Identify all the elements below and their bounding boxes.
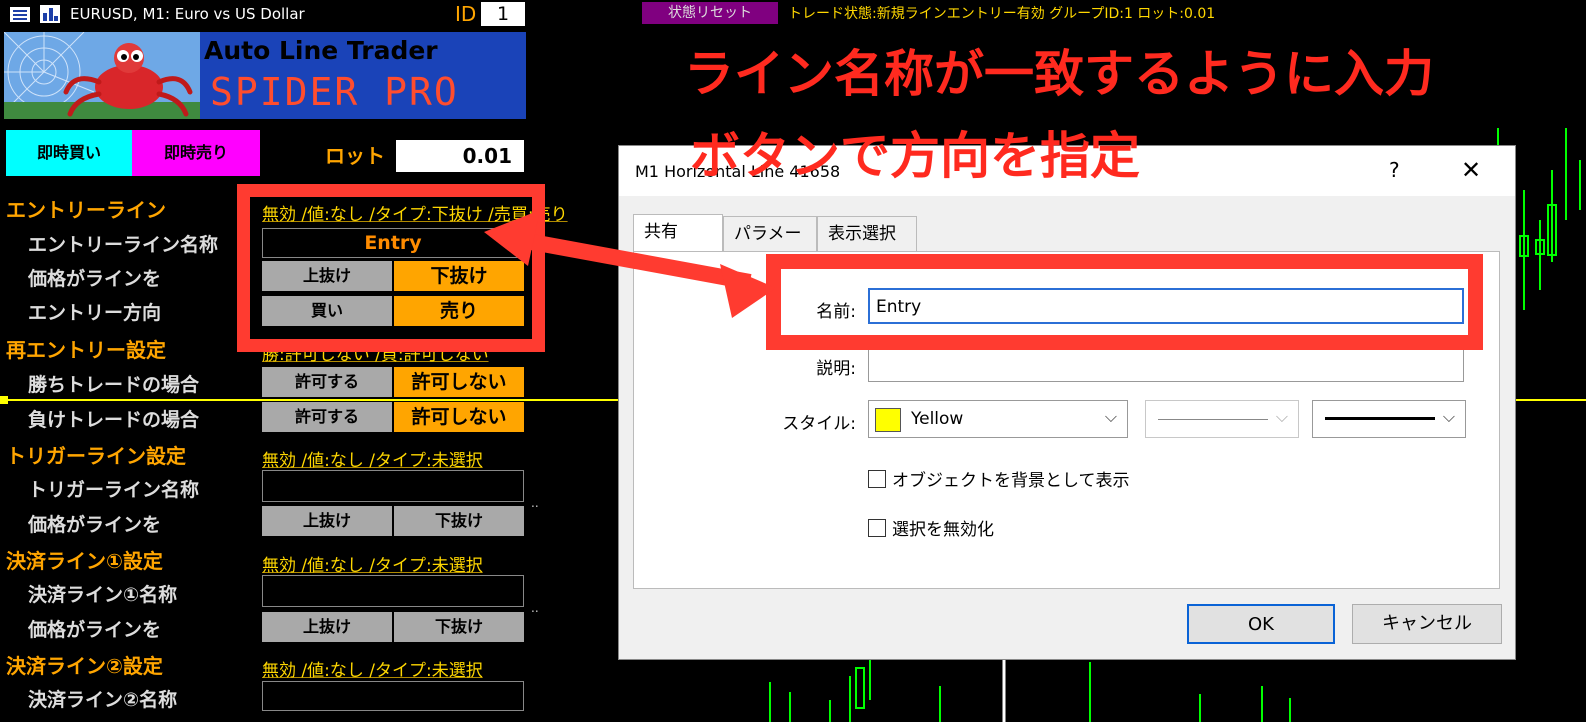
menu-icon[interactable] [10, 7, 30, 22]
trigger-info: 無効 /値:なし /タイプ:未選択 [262, 451, 483, 471]
win-allow-button[interactable]: 許可する [262, 367, 392, 397]
trigger-cross-up-button[interactable]: 上抜け [262, 506, 392, 536]
tab-visualization[interactable]: 表示選択 [817, 216, 917, 252]
candles-bottom [769, 660, 1291, 722]
settle1-price-cross-label: 価格がラインを [28, 619, 162, 641]
entry-line-section-title: エントリーライン [6, 198, 166, 222]
disable-select-checkbox-row[interactable]: 選択を無効化 [868, 515, 994, 540]
annotation-line2: ボタンで方向を指定 [690, 127, 1140, 185]
logo-title: Auto Line Trader [204, 36, 438, 65]
spider-mascot-icon [4, 32, 200, 119]
style-field-label: スタイル: [782, 414, 856, 434]
description-field-input[interactable] [868, 346, 1464, 382]
level-line-handle[interactable] [0, 396, 8, 404]
color-select-value: Yellow [911, 409, 964, 429]
chevron-down-icon: ⌵ [1442, 407, 1455, 426]
win-trade-label: 勝ちトレードの場合 [28, 374, 200, 396]
disable-select-checkbox[interactable] [868, 518, 886, 537]
settle2-section-title: 決済ライン②設定 [6, 654, 163, 678]
settle1-info: 無効 /値:なし /タイプ:未選択 [262, 556, 483, 576]
settle1-ellipsis: .. [531, 601, 539, 615]
lot-label: ロット [325, 144, 385, 168]
double-arrow-icon [484, 210, 776, 318]
id-input[interactable]: 1 [481, 2, 525, 26]
win-deny-button[interactable]: 許可しない [394, 367, 524, 397]
background-checkbox-label: オブジェクトを背景として表示 [892, 471, 1130, 491]
trigger-section-title: トリガーライン設定 [6, 444, 186, 468]
disable-select-checkbox-label: 選択を無効化 [892, 520, 994, 540]
settle1-section-title: 決済ライン①設定 [6, 549, 163, 573]
line-width-select[interactable]: ⌵ [1312, 400, 1466, 438]
ok-button[interactable]: OK [1187, 604, 1335, 644]
annotation-line1: ライン名称が一致するように入力 [684, 45, 1434, 103]
chevron-down-icon: ⌵ [1104, 407, 1117, 426]
entry-line-name-label: エントリーライン名称 [28, 234, 219, 256]
description-field-label: 説明: [816, 359, 856, 379]
buy-now-button[interactable]: 即時買い [6, 130, 132, 176]
trigger-name-input[interactable] [262, 470, 524, 502]
background-checkbox[interactable] [868, 469, 886, 488]
chevron-down-icon: ⌵ [1275, 407, 1288, 426]
sell-now-button[interactable]: 即時売り [132, 130, 260, 176]
background-checkbox-row[interactable]: オブジェクトを背景として表示 [868, 466, 1130, 491]
color-swatch [875, 408, 901, 432]
entry-price-cross-label: 価格がラインを [28, 268, 162, 290]
help-icon[interactable]: ? [1389, 158, 1400, 182]
settle1-cross-down-button[interactable]: 下抜け [394, 612, 524, 642]
settle1-name-label: 決済ライン①名称 [28, 584, 178, 606]
settle2-name-input[interactable] [262, 681, 524, 711]
settle1-name-input[interactable] [262, 575, 524, 607]
line-width-sample [1325, 417, 1435, 420]
entry-direction-label: エントリー方向 [28, 302, 162, 324]
window-title: EURUSD, M1: Euro vs US Dollar [70, 5, 305, 23]
close-icon[interactable]: ✕ [1461, 156, 1481, 184]
trigger-price-cross-label: 価格がラインを [28, 514, 162, 536]
id-label: ID [455, 2, 477, 26]
product-logo: Auto Line Trader SPIDER PRO [4, 32, 526, 119]
lot-input[interactable]: 0.01 [396, 140, 524, 172]
lose-allow-button[interactable]: 許可する [262, 402, 392, 432]
trigger-name-label: トリガーライン名称 [28, 479, 200, 501]
status-reset-button[interactable]: 状態リセット [642, 2, 778, 24]
line-style-sample [1158, 419, 1268, 420]
trigger-cross-down-button[interactable]: 下抜け [394, 506, 524, 536]
chart-app-icon [40, 5, 60, 23]
line-style-select[interactable]: ⌵ [1145, 400, 1299, 438]
color-select[interactable]: Yellow ⌵ [868, 400, 1128, 438]
logo-subtitle: SPIDER PRO [210, 70, 459, 114]
reentry-section-title: 再エントリー設定 [6, 338, 166, 362]
settle1-cross-up-button[interactable]: 上抜け [262, 612, 392, 642]
settle2-info: 無効 /値:なし /タイプ:未選択 [262, 661, 483, 681]
trade-status-text: トレード状態:新規ラインエントリー有効 グループID:1 ロット:0.01 [788, 6, 1216, 22]
settle2-name-label: 決済ライン②名称 [28, 689, 178, 711]
trigger-ellipsis: .. [531, 496, 539, 510]
lose-deny-button[interactable]: 許可しない [394, 402, 524, 432]
name-field-input[interactable]: Entry [868, 288, 1464, 324]
cancel-button[interactable]: キャンセル [1352, 604, 1502, 644]
lose-trade-label: 負けトレードの場合 [28, 409, 200, 431]
